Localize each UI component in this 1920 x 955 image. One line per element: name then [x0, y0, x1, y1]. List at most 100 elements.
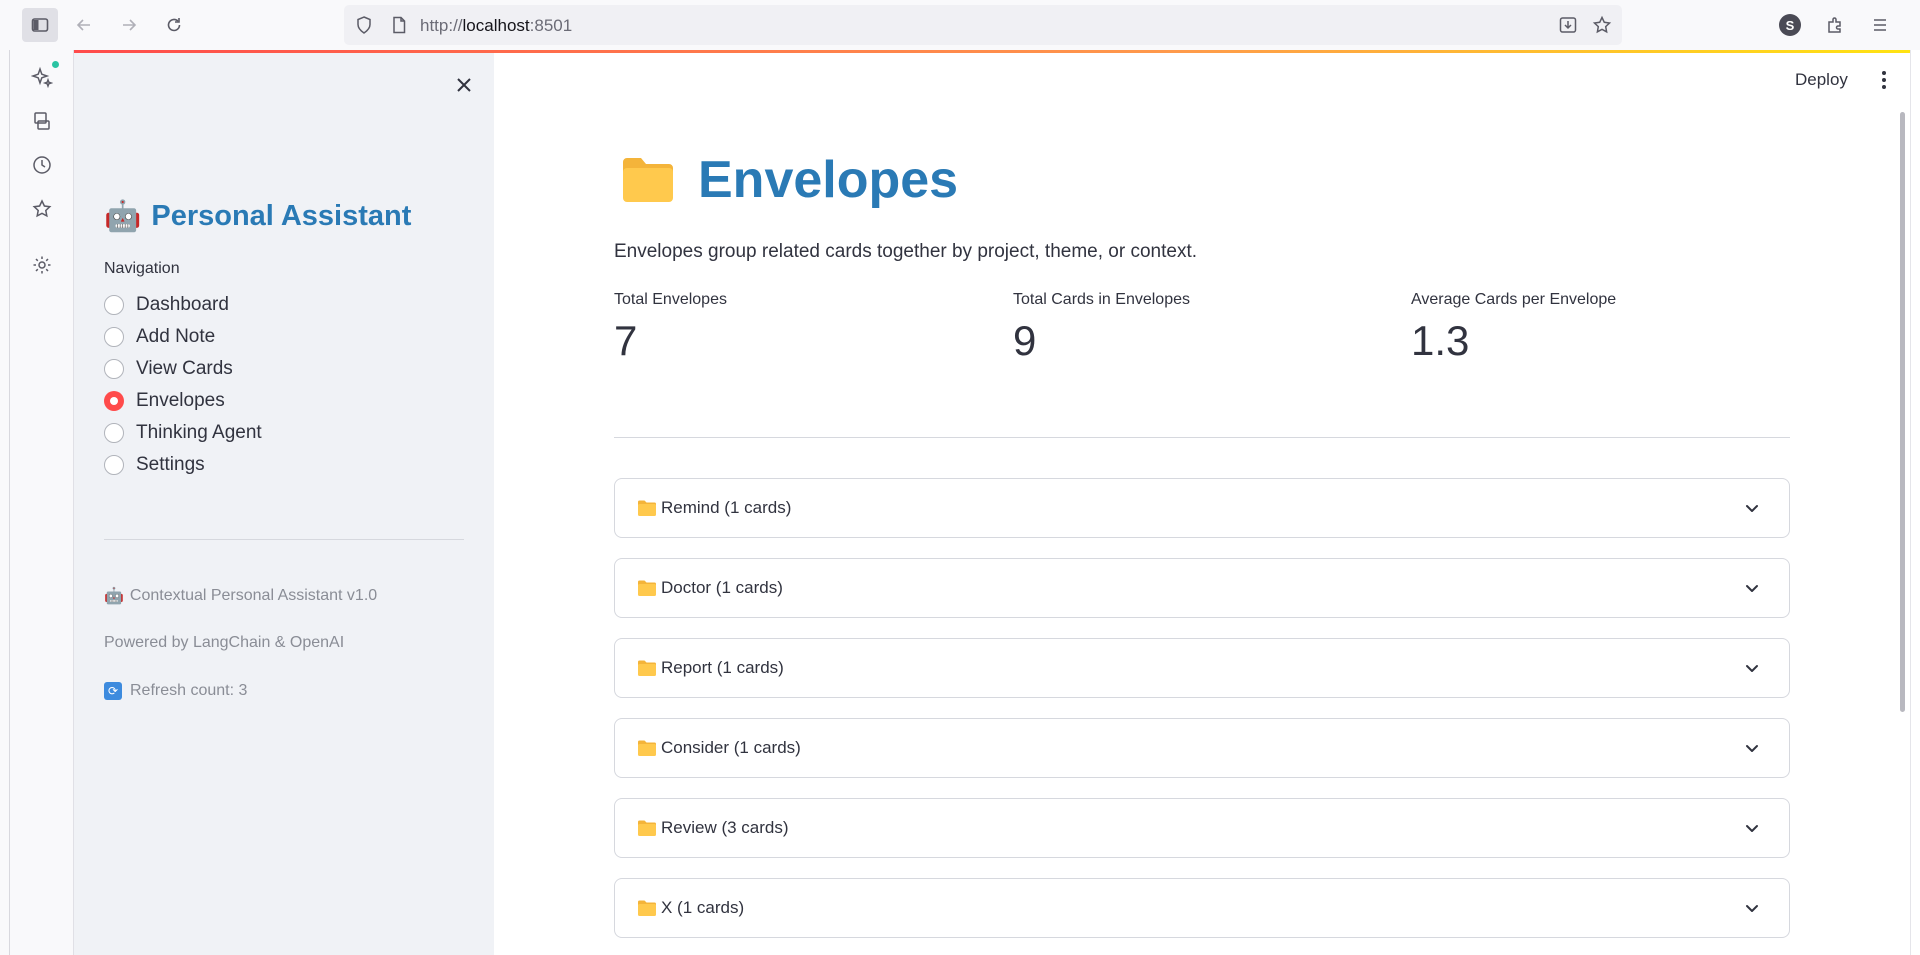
folder-icon: [638, 500, 656, 516]
nav-label: Navigation: [104, 260, 180, 277]
bookmark-star-icon[interactable]: [1592, 15, 1612, 35]
nav-item-dashboard[interactable]: Dashboard: [104, 294, 229, 316]
sidebar-toggle-icon[interactable]: [22, 8, 58, 42]
bookmarks-icon[interactable]: [29, 196, 55, 222]
metric-label: Average Cards per Envelope: [1411, 291, 1617, 308]
metric-label: Total Cards in Envelopes: [1013, 291, 1190, 308]
chevron-down-icon[interactable]: [1743, 899, 1761, 917]
folder-icon: [638, 580, 656, 596]
envelope-expander[interactable]: Remind (1 cards): [614, 478, 1790, 538]
synced-tabs-icon[interactable]: [29, 108, 55, 134]
profile-avatar[interactable]: S: [1779, 14, 1801, 36]
refresh-icon: ⟳: [104, 682, 122, 700]
radio-icon[interactable]: [104, 327, 124, 347]
brand-title: Personal Assistant: [151, 200, 412, 232]
nav-item-settings[interactable]: Settings: [104, 454, 205, 476]
url-protocol: http://: [420, 16, 463, 35]
shield-icon[interactable]: [354, 15, 374, 35]
url-bar[interactable]: http://localhost:8501: [344, 5, 1622, 45]
back-icon[interactable]: [66, 8, 102, 42]
history-icon[interactable]: [29, 152, 55, 178]
envelope-label: Consider (1 cards): [661, 738, 801, 757]
reload-icon[interactable]: [156, 8, 192, 42]
url-host: localhost: [462, 16, 530, 35]
nav-item-add-note[interactable]: Add Note: [104, 326, 215, 348]
radio-icon[interactable]: [104, 423, 124, 443]
radio-selected-icon[interactable]: [104, 391, 124, 411]
envelope-expander[interactable]: Doctor (1 cards): [614, 558, 1790, 618]
metric-value: 9: [1013, 317, 1037, 364]
main-divider: [614, 437, 1790, 438]
url-text[interactable]: http://localhost:8501: [420, 16, 572, 36]
save-to-pocket-icon[interactable]: [1558, 15, 1578, 35]
chevron-down-icon[interactable]: [1743, 739, 1761, 757]
footer-refresh-text: Refresh count: 3: [130, 682, 248, 699]
sidebar-divider: [104, 539, 464, 540]
chevron-down-icon[interactable]: [1743, 659, 1761, 677]
nav-item-label: Thinking Agent: [136, 422, 262, 443]
footer-refresh: ⟳ Refresh count: 3: [104, 682, 247, 700]
footer-version: 🤖 Contextual Personal Assistant v1.0: [104, 586, 377, 606]
robot-icon: 🤖: [104, 200, 142, 233]
nav-item-label: Envelopes: [136, 390, 225, 411]
page-title: Envelopes: [698, 151, 959, 209]
chevron-down-icon[interactable]: [1743, 499, 1761, 517]
chevron-down-icon[interactable]: [1743, 579, 1761, 597]
deploy-button[interactable]: Deploy: [1795, 70, 1848, 90]
metric-average-cards: Average Cards per Envelope 1.3: [1411, 291, 1616, 365]
nav-item-envelopes[interactable]: Envelopes: [104, 390, 225, 412]
robot-icon: 🤖: [104, 588, 124, 605]
extensions-icon[interactable]: [1817, 8, 1853, 42]
folder-icon: [638, 740, 656, 756]
menu-icon[interactable]: [1862, 8, 1898, 42]
nav-item-label: Settings: [136, 454, 205, 475]
radio-icon[interactable]: [104, 359, 124, 379]
page-scroll-track: [1910, 50, 1920, 955]
close-icon[interactable]: [450, 71, 478, 99]
envelope-label: X (1 cards): [661, 898, 745, 917]
metric-total-envelopes: Total Envelopes 7: [614, 291, 727, 365]
radio-icon[interactable]: [104, 295, 124, 315]
envelope-expander[interactable]: Report (1 cards): [614, 638, 1790, 698]
nav-item-label: View Cards: [136, 358, 233, 379]
envelope-label: Report (1 cards): [661, 658, 784, 677]
envelope-label: Remind (1 cards): [661, 498, 792, 517]
metric-value: 1.3: [1411, 317, 1470, 364]
ai-sparkle-icon[interactable]: [29, 64, 55, 90]
folder-icon: [638, 660, 656, 676]
radio-icon[interactable]: [104, 455, 124, 475]
envelope-label: Doctor (1 cards): [661, 578, 783, 597]
folder-icon: [638, 900, 656, 916]
envelope-expander[interactable]: Consider (1 cards): [614, 718, 1790, 778]
scrollbar-thumb[interactable]: [1900, 112, 1905, 712]
browser-toolbar: http://localhost:8501 S: [0, 0, 1920, 50]
browser-sidebar: [0, 50, 74, 955]
nav-item-thinking-agent[interactable]: Thinking Agent: [104, 422, 262, 444]
settings-gear-icon[interactable]: [29, 252, 55, 278]
footer-powered-text: Powered by LangChain & OpenAI: [104, 634, 345, 651]
nav-item-label: Add Note: [136, 326, 216, 347]
nav-item-view-cards[interactable]: View Cards: [104, 358, 233, 380]
footer-powered: Powered by LangChain & OpenAI: [104, 634, 344, 652]
envelope-label: Review (3 cards): [661, 818, 789, 837]
url-port: :8501: [529, 16, 573, 35]
metric-value: 7: [614, 317, 638, 364]
more-options-icon[interactable]: [1872, 66, 1896, 94]
footer-version-text: Contextual Personal Assistant v1.0: [129, 587, 378, 604]
page-heading: Envelopes: [620, 150, 958, 210]
metric-total-cards: Total Cards in Envelopes 9: [1013, 291, 1190, 365]
metric-label: Total Envelopes: [614, 291, 727, 308]
page-info-icon[interactable]: [389, 15, 409, 35]
forward-icon[interactable]: [111, 8, 147, 42]
folder-icon: [638, 820, 656, 836]
brand: 🤖 Personal Assistant: [104, 199, 411, 234]
chevron-down-icon[interactable]: [1743, 819, 1761, 837]
envelope-expander[interactable]: X (1 cards): [614, 878, 1790, 938]
page-description: Envelopes group related cards together b…: [614, 241, 1197, 262]
notification-dot: [52, 61, 59, 68]
sidebar-edge: [0, 50, 10, 955]
folder-icon: [623, 158, 673, 202]
app-sidebar: 🤖 Personal Assistant Navigation Dashboar…: [74, 53, 494, 955]
nav-item-label: Dashboard: [136, 294, 229, 315]
envelope-expander[interactable]: Review (3 cards): [614, 798, 1790, 858]
